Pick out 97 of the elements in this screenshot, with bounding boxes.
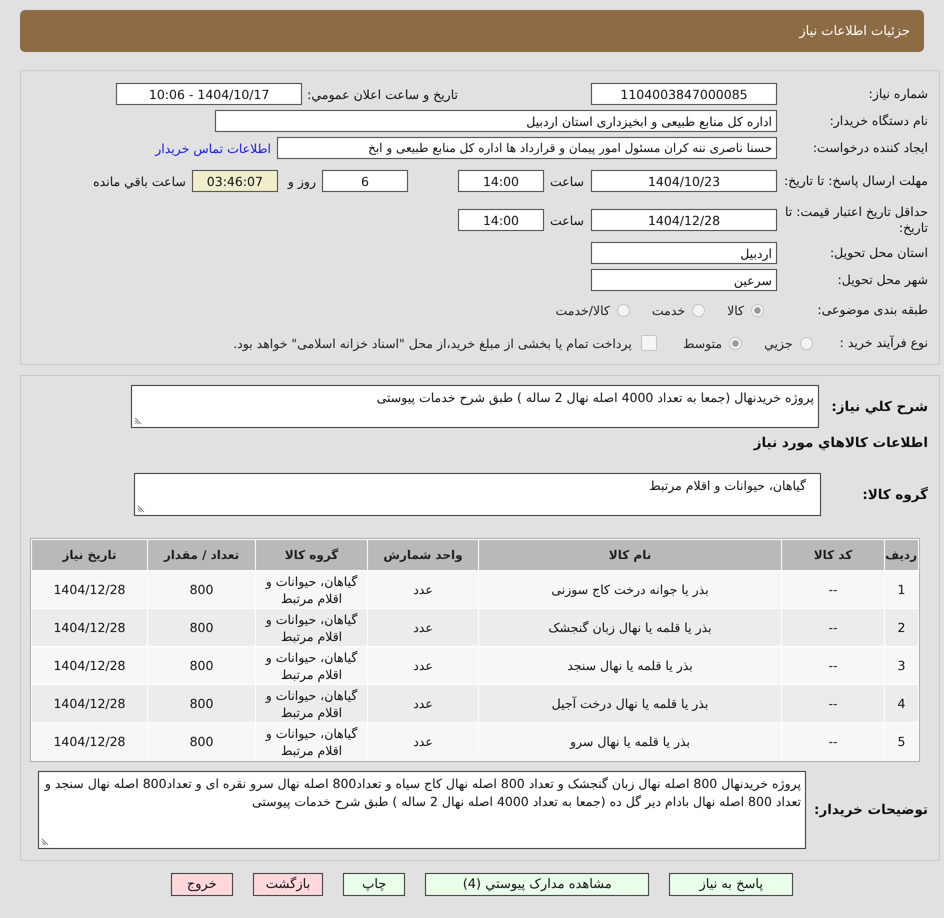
item-code-cell: -- <box>782 609 884 646</box>
column-header: ردیف <box>885 540 918 570</box>
item-code-cell: -- <box>782 571 884 608</box>
quantity-cell: 800 <box>148 609 255 646</box>
field-label: توضیحات خریدار: <box>813 801 929 819</box>
page-title: جزئیات اطلاعات نیاز <box>799 24 910 38</box>
remaining-time-field[interactable]: 03:46:07 <box>192 170 278 192</box>
option-label: کالا/خدمت <box>555 302 610 318</box>
radio-button[interactable] <box>800 336 813 350</box>
province-field[interactable]: اردبیل <box>591 242 777 264</box>
buyer-organization-field[interactable]: اداره کل منابع طبیعی و ابخیزداری استان اردبیل <box>215 110 777 132</box>
days-field[interactable]: 6 <box>322 170 408 192</box>
checkbox-label: پرداخت تمام یا بخشی از مبلغ خرید،از محل "اسناد خزانه اسلامی" خواهد بود. <box>233 336 632 350</box>
item-code-cell: -- <box>782 723 884 760</box>
column-header: کد کالا <box>782 540 884 570</box>
need-date-cell: 1404/12/28 <box>32 571 147 608</box>
field-label: طبقه بندی موضوعی: <box>816 302 929 318</box>
item-group-cell: گیاهان، حیوانات و اقلام مرتبط <box>256 685 367 722</box>
option-label: کالا <box>727 302 744 318</box>
summary-field[interactable]: پروژه خریدنهال (جمعا به تعداد 4000 اصله نهال 2 ساله ) طبق شرح خدمات پیوستی <box>131 385 819 428</box>
action-button[interactable]: پاسخ به نیاز <box>669 873 794 896</box>
unit-cell: عدد <box>368 647 478 684</box>
resize-grip-icon[interactable] <box>138 505 145 512</box>
column-header: نام کالا <box>479 540 781 570</box>
field-label: استان محل تحویل: <box>828 245 929 261</box>
row-number-cell: 1 <box>885 571 918 608</box>
time-label: ساعت <box>550 212 584 228</box>
item-group-cell: گیاهان، حیوانات و اقلام مرتبط <box>256 647 367 684</box>
item-name-cell: بذر یا قلمه یا نهال درخت آجیل <box>479 685 781 722</box>
column-header: واحد شمارش <box>368 540 478 570</box>
city-field[interactable]: سرعین <box>591 269 777 291</box>
radio-button[interactable] <box>729 336 742 350</box>
need-date-cell: 1404/12/28 <box>32 647 147 684</box>
buyer-notes-field[interactable]: پروژه خریدنهال 800 اصله نهال زبان گنجشک و تعداد 800 اصله نهال کاج سیاه و تعداد800 اصله نهال سرو نقره ای و تعداد800 اصله نهال سنجد و تعداد 800 اصله نهال بادام دیر گل ده (جمعا به تعداد 4000 اصله نهال 2 ساله ) طبق شرح خدمات پیوستی <box>38 771 806 849</box>
time-label: ساعت <box>550 174 584 188</box>
field-label: گروه کالا: <box>861 486 929 504</box>
item-code-cell: -- <box>782 685 884 722</box>
contact-info-link[interactable]: اطلاعات تماس خریدار <box>155 140 271 156</box>
resize-grip-icon[interactable] <box>135 417 142 424</box>
action-button[interactable]: خروج <box>170 873 233 896</box>
field-label: شرح کلي نیاز: <box>830 398 929 416</box>
item-name-cell: بذر یا جوانه درخت کاج سوزنی <box>479 571 781 608</box>
row-number-cell: 5 <box>885 723 918 760</box>
quantity-cell: 800 <box>148 571 255 608</box>
item-group-cell: گیاهان، حیوانات و اقلام مرتبط <box>256 571 367 608</box>
field-label: نوع فرآیند خرید : <box>840 335 929 351</box>
column-header: تعداد / مقدار <box>148 540 255 570</box>
option-label: خدمت <box>652 302 686 318</box>
deadline-time-field[interactable]: 14:00 <box>458 170 544 192</box>
requester-field[interactable]: حسنا ناصری ننه کران مسئول امور پیمان و قرارداد ها اداره کل منابع طبیعی و ابخ <box>277 137 777 159</box>
option-label: جزيي <box>764 336 793 350</box>
validity-date-field[interactable]: 1404/12/28 <box>591 209 777 231</box>
item-group-field[interactable]: گیاهان، حیوانات و اقلام مرتبط <box>134 473 821 516</box>
quantity-cell: 800 <box>148 685 255 722</box>
radio-button[interactable] <box>616 304 630 316</box>
unit-cell: عدد <box>368 609 478 646</box>
field-label: شهر محل تحویل: <box>836 272 929 288</box>
item-name-cell: بذر یا قلمه یا نهال زبان گنجشک <box>479 609 781 646</box>
action-button[interactable]: مشاهده مدارک پیوستي (4) <box>425 873 650 896</box>
deadline-date-field[interactable]: 1404/10/23 <box>591 170 777 192</box>
validity-time-field[interactable]: 14:00 <box>458 209 544 231</box>
quantity-cell: 800 <box>148 647 255 684</box>
row-number-cell: 2 <box>885 609 918 646</box>
item-name-cell: بذر یا قلمه یا نهال سنجد <box>479 647 781 684</box>
need-date-cell: 1404/12/28 <box>32 723 147 760</box>
row-number-cell: 4 <box>885 685 918 722</box>
row-number-cell: 3 <box>885 647 918 684</box>
days-label: روز و <box>288 174 316 188</box>
field-label: مهلت ارسال پاسخ: تا تاریخ: <box>782 173 929 189</box>
action-button[interactable]: بازگشت <box>252 873 324 896</box>
field-label: شماره نیاز: <box>868 86 929 102</box>
radio-button[interactable] <box>751 304 764 316</box>
radio-button[interactable] <box>692 304 706 316</box>
field-label: نام دستگاه خریدار: <box>828 113 929 129</box>
field-label: تاریخ و ساعت اعلان عمومي: <box>307 86 458 102</box>
item-group-cell: گیاهان، حیوانات و اقلام مرتبط <box>256 723 367 760</box>
action-button[interactable]: چاپ <box>343 873 406 896</box>
column-header: تاریخ نیاز <box>32 540 147 570</box>
need-date-cell: 1404/12/28 <box>32 685 147 722</box>
section-heading: اطلاعات کالاهاي مورد نیاز <box>754 434 929 453</box>
field-label: ایجاد کننده درخواست: <box>812 140 929 156</box>
resize-grip-icon[interactable] <box>42 838 49 845</box>
need-number-field[interactable]: 1104003847000085 <box>591 83 777 105</box>
announcement-date-field[interactable]: 1404/10/17 - 10:06 <box>116 83 302 105</box>
column-header: گروه کالا <box>256 540 367 570</box>
unit-cell: عدد <box>368 685 478 722</box>
remaining-label: ساعت باقي مانده <box>93 174 186 188</box>
unit-cell: عدد <box>368 571 478 608</box>
field-label: حداقل تاریخ اعتبار قیمت: تا تاریخ: <box>784 204 929 236</box>
unit-cell: عدد <box>368 723 478 760</box>
item-group-cell: گیاهان، حیوانات و اقلام مرتبط <box>256 609 367 646</box>
need-date-cell: 1404/12/28 <box>32 609 147 646</box>
checkbox[interactable] <box>640 335 657 351</box>
option-label: متوسط <box>682 336 722 350</box>
item-name-cell: بذر یا قلمه یا نهال سرو <box>479 723 781 760</box>
quantity-cell: 800 <box>148 723 255 760</box>
item-code-cell: -- <box>782 647 884 684</box>
